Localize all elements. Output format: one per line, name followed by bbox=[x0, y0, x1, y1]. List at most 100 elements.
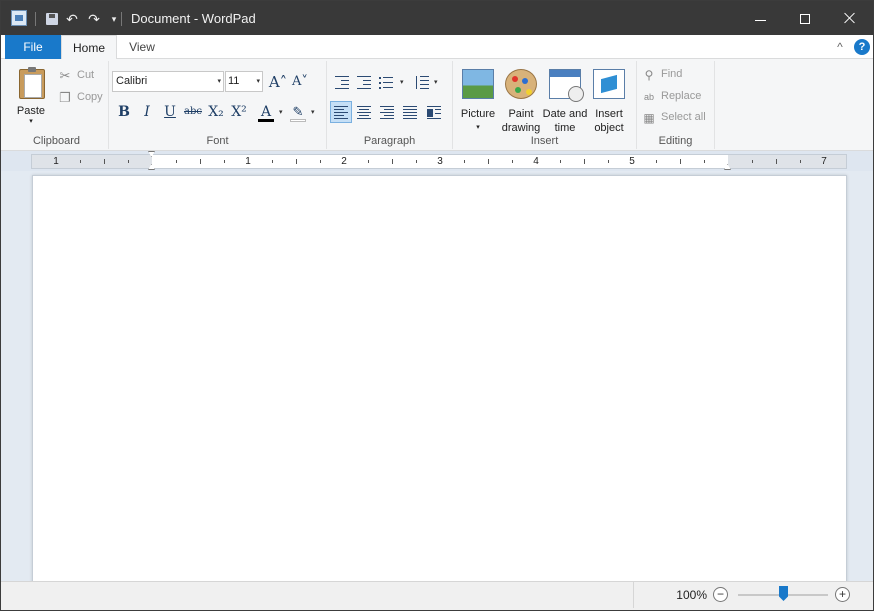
ruler-tick bbox=[752, 160, 753, 163]
superscript-button[interactable]: X² bbox=[228, 101, 250, 123]
ruler-tick bbox=[560, 160, 561, 163]
align-center-icon bbox=[357, 106, 371, 119]
help-icon[interactable]: ? bbox=[854, 39, 870, 55]
minimize-button[interactable] bbox=[737, 1, 783, 35]
decrease-indent-icon bbox=[335, 76, 349, 89]
ruler-tick bbox=[224, 160, 225, 163]
maximize-button[interactable] bbox=[783, 1, 829, 35]
clipboard-group: Paste ▾ ✂ Cut ❐ Copy Clipboard bbox=[5, 61, 109, 149]
document-page[interactable] bbox=[32, 175, 847, 581]
ruler-tick bbox=[104, 159, 105, 164]
paint-drawing-button[interactable]: Paint drawing bbox=[499, 65, 543, 135]
paragraph-settings-button[interactable] bbox=[423, 101, 445, 123]
select-all-label: Select all bbox=[661, 111, 706, 123]
line-spacing-dropdown-icon[interactable]: ▾ bbox=[434, 78, 438, 86]
close-button[interactable] bbox=[827, 1, 873, 35]
font-color-swatch bbox=[258, 119, 274, 122]
insert-group-label: Insert bbox=[530, 135, 559, 147]
zoom-in-button[interactable]: + bbox=[835, 587, 850, 602]
save-icon[interactable] bbox=[43, 10, 61, 28]
cut-button[interactable]: ✂ Cut bbox=[57, 67, 107, 85]
tab-home[interactable]: Home bbox=[61, 35, 117, 60]
insert-object-button[interactable]: Insert object bbox=[587, 65, 631, 135]
ruler-tick bbox=[320, 160, 321, 163]
align-left-button[interactable] bbox=[330, 101, 352, 123]
zoom-slider-thumb[interactable] bbox=[779, 586, 788, 601]
highlight-color-button[interactable]: ✎ bbox=[287, 101, 309, 123]
zoom-out-button[interactable]: − bbox=[713, 587, 728, 602]
title-divider bbox=[121, 12, 122, 26]
wordpad-app-icon[interactable] bbox=[11, 10, 27, 26]
font-color-dropdown-icon[interactable]: ▾ bbox=[279, 108, 283, 116]
subscript-button[interactable]: X₂ bbox=[205, 101, 227, 123]
ruler-tick bbox=[392, 159, 393, 164]
select-all-icon: ▦ bbox=[643, 111, 655, 125]
ruler-tick bbox=[368, 160, 369, 163]
strikethrough-button[interactable]: abc bbox=[182, 101, 204, 123]
font-family-value: Calibri bbox=[116, 75, 148, 87]
font-size-select[interactable]: 11 ▾ bbox=[225, 71, 263, 92]
font-size-value: 11 bbox=[228, 75, 240, 87]
highlight-dropdown-icon[interactable]: ▾ bbox=[311, 108, 315, 116]
font-color-button[interactable]: A bbox=[255, 101, 277, 123]
zoom-level: 100% bbox=[676, 588, 707, 602]
align-center-button[interactable] bbox=[353, 101, 375, 123]
underline-button[interactable]: U bbox=[159, 101, 181, 123]
paste-dropdown-icon: ▾ bbox=[29, 118, 33, 125]
horizontal-ruler[interactable]: 1 1 2 3 4 5 7 bbox=[31, 151, 847, 170]
ruler-number: 4 bbox=[533, 156, 539, 167]
align-left-icon bbox=[334, 106, 348, 119]
ruler-tick bbox=[704, 160, 705, 163]
picture-label: Picture bbox=[460, 108, 496, 120]
justify-icon bbox=[403, 106, 417, 119]
bullet-list-button[interactable] bbox=[375, 71, 397, 93]
bullet-list-icon bbox=[379, 76, 393, 89]
collapse-ribbon-icon[interactable]: ^ bbox=[832, 39, 848, 55]
chevron-down-icon: ▾ bbox=[217, 78, 221, 85]
ruler-tick bbox=[464, 160, 465, 163]
italic-button[interactable]: I bbox=[136, 101, 158, 123]
ribbon-tab-bar: File Home View ^ ? bbox=[1, 35, 873, 60]
ruler-number: 3 bbox=[437, 156, 443, 167]
align-right-icon bbox=[380, 106, 394, 119]
wordpad-window: ↶ ↷ ▾ Document - WordPad File Home View … bbox=[0, 0, 874, 611]
ruler-number: 1 bbox=[53, 156, 59, 167]
tab-file[interactable]: File bbox=[5, 35, 61, 59]
grow-font-button[interactable]: A˄ bbox=[267, 71, 289, 93]
replace-label: Replace bbox=[661, 90, 702, 102]
copy-button[interactable]: ❐ Copy bbox=[57, 89, 107, 107]
bold-button[interactable]: B bbox=[113, 101, 135, 123]
ruler-tick bbox=[584, 159, 585, 164]
shrink-font-button[interactable]: A˅ bbox=[289, 71, 311, 93]
paste-button[interactable]: Paste ▾ bbox=[9, 63, 53, 131]
paragraph-settings-icon bbox=[427, 106, 441, 119]
ruler-tick bbox=[512, 160, 513, 163]
chevron-down-icon: ▾ bbox=[256, 78, 260, 85]
cut-label: Cut bbox=[77, 69, 95, 81]
binoculars-icon: ⚲ bbox=[644, 68, 654, 82]
paint-palette-icon bbox=[505, 69, 537, 99]
paint-drawing-label: Paint drawing bbox=[501, 108, 541, 134]
font-family-select[interactable]: Calibri ▾ bbox=[112, 71, 224, 92]
scissors-icon: ✂ bbox=[59, 68, 71, 83]
font-group-label: Font bbox=[206, 135, 229, 147]
tab-view[interactable]: View bbox=[119, 35, 165, 60]
bullet-list-dropdown-icon[interactable]: ▾ bbox=[400, 78, 404, 86]
align-right-button[interactable] bbox=[376, 101, 398, 123]
window-title: Document - WordPad bbox=[131, 11, 256, 26]
justify-button[interactable] bbox=[399, 101, 421, 123]
line-spacing-button[interactable] bbox=[411, 71, 433, 93]
date-time-button[interactable]: Date and time bbox=[541, 65, 589, 135]
undo-icon[interactable]: ↶ bbox=[63, 10, 81, 28]
minimize-icon bbox=[755, 20, 766, 21]
maximize-icon bbox=[800, 14, 810, 24]
increase-indent-icon bbox=[357, 76, 371, 89]
increase-indent-button[interactable] bbox=[353, 71, 375, 93]
title-bar: ↶ ↷ ▾ Document - WordPad bbox=[1, 1, 873, 35]
find-label: Find bbox=[661, 68, 683, 80]
decrease-indent-button[interactable] bbox=[331, 71, 353, 93]
redo-icon[interactable]: ↷ bbox=[85, 10, 103, 28]
insert-picture-button[interactable]: Picture ▾ bbox=[455, 65, 501, 135]
ribbon-home: Paste ▾ ✂ Cut ❐ Copy Clipboard Calibri ▾… bbox=[1, 59, 873, 151]
editing-group: ⚲ Find ab Replace ▦ Select all Editing bbox=[637, 61, 715, 149]
